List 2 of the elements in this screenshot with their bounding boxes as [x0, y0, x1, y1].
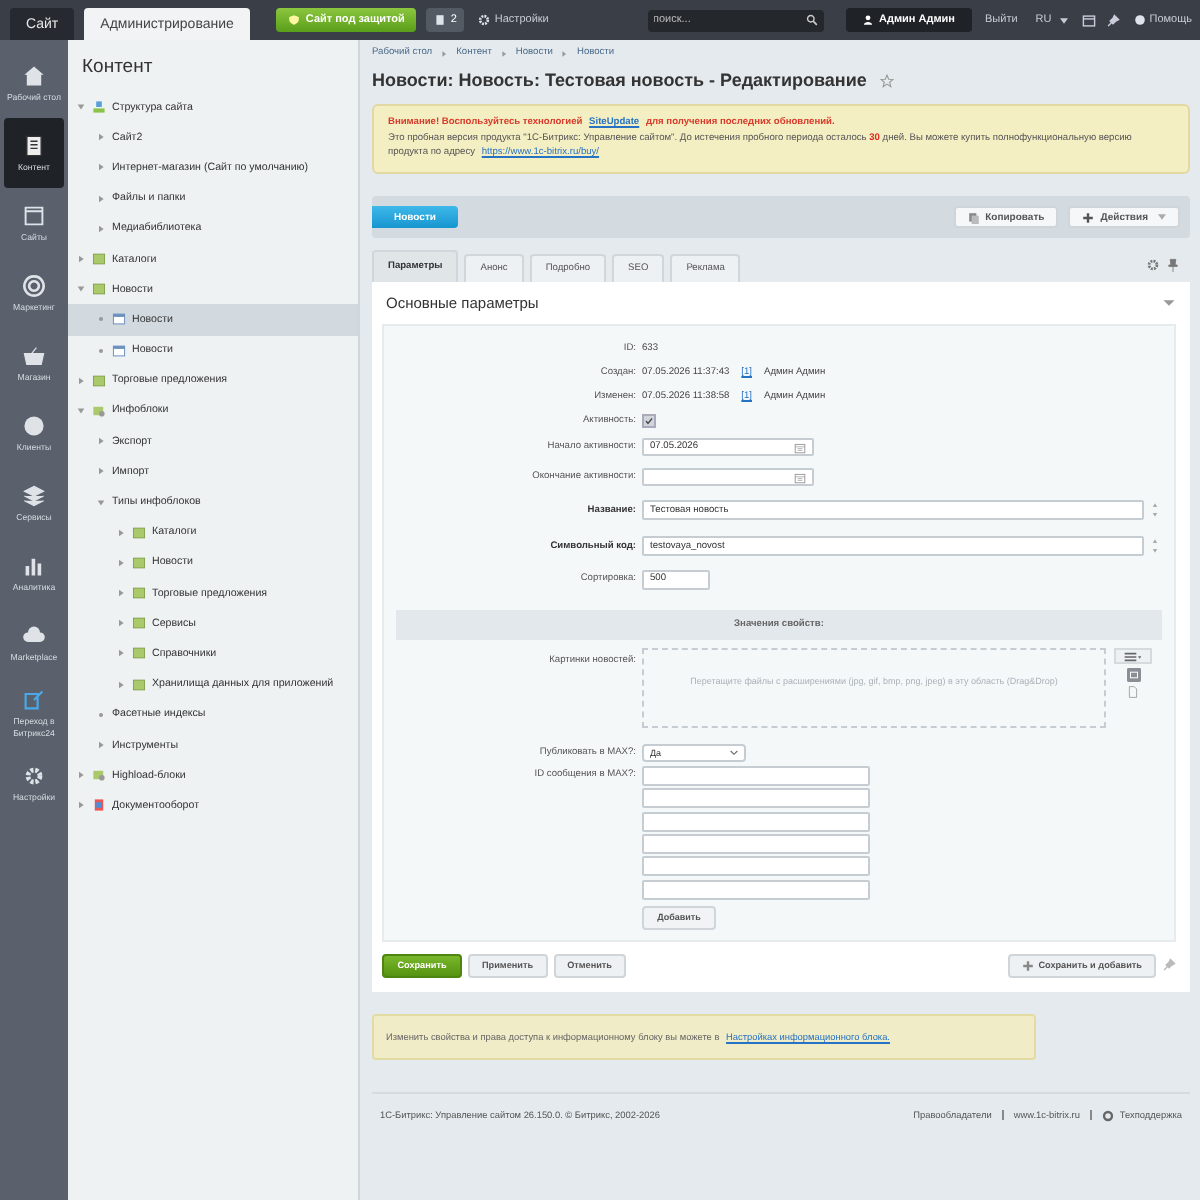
page-title: Новости: Новость: Тестовая новость - Редактирование — [372, 70, 867, 90]
panel-title: Контент — [80, 54, 155, 82]
